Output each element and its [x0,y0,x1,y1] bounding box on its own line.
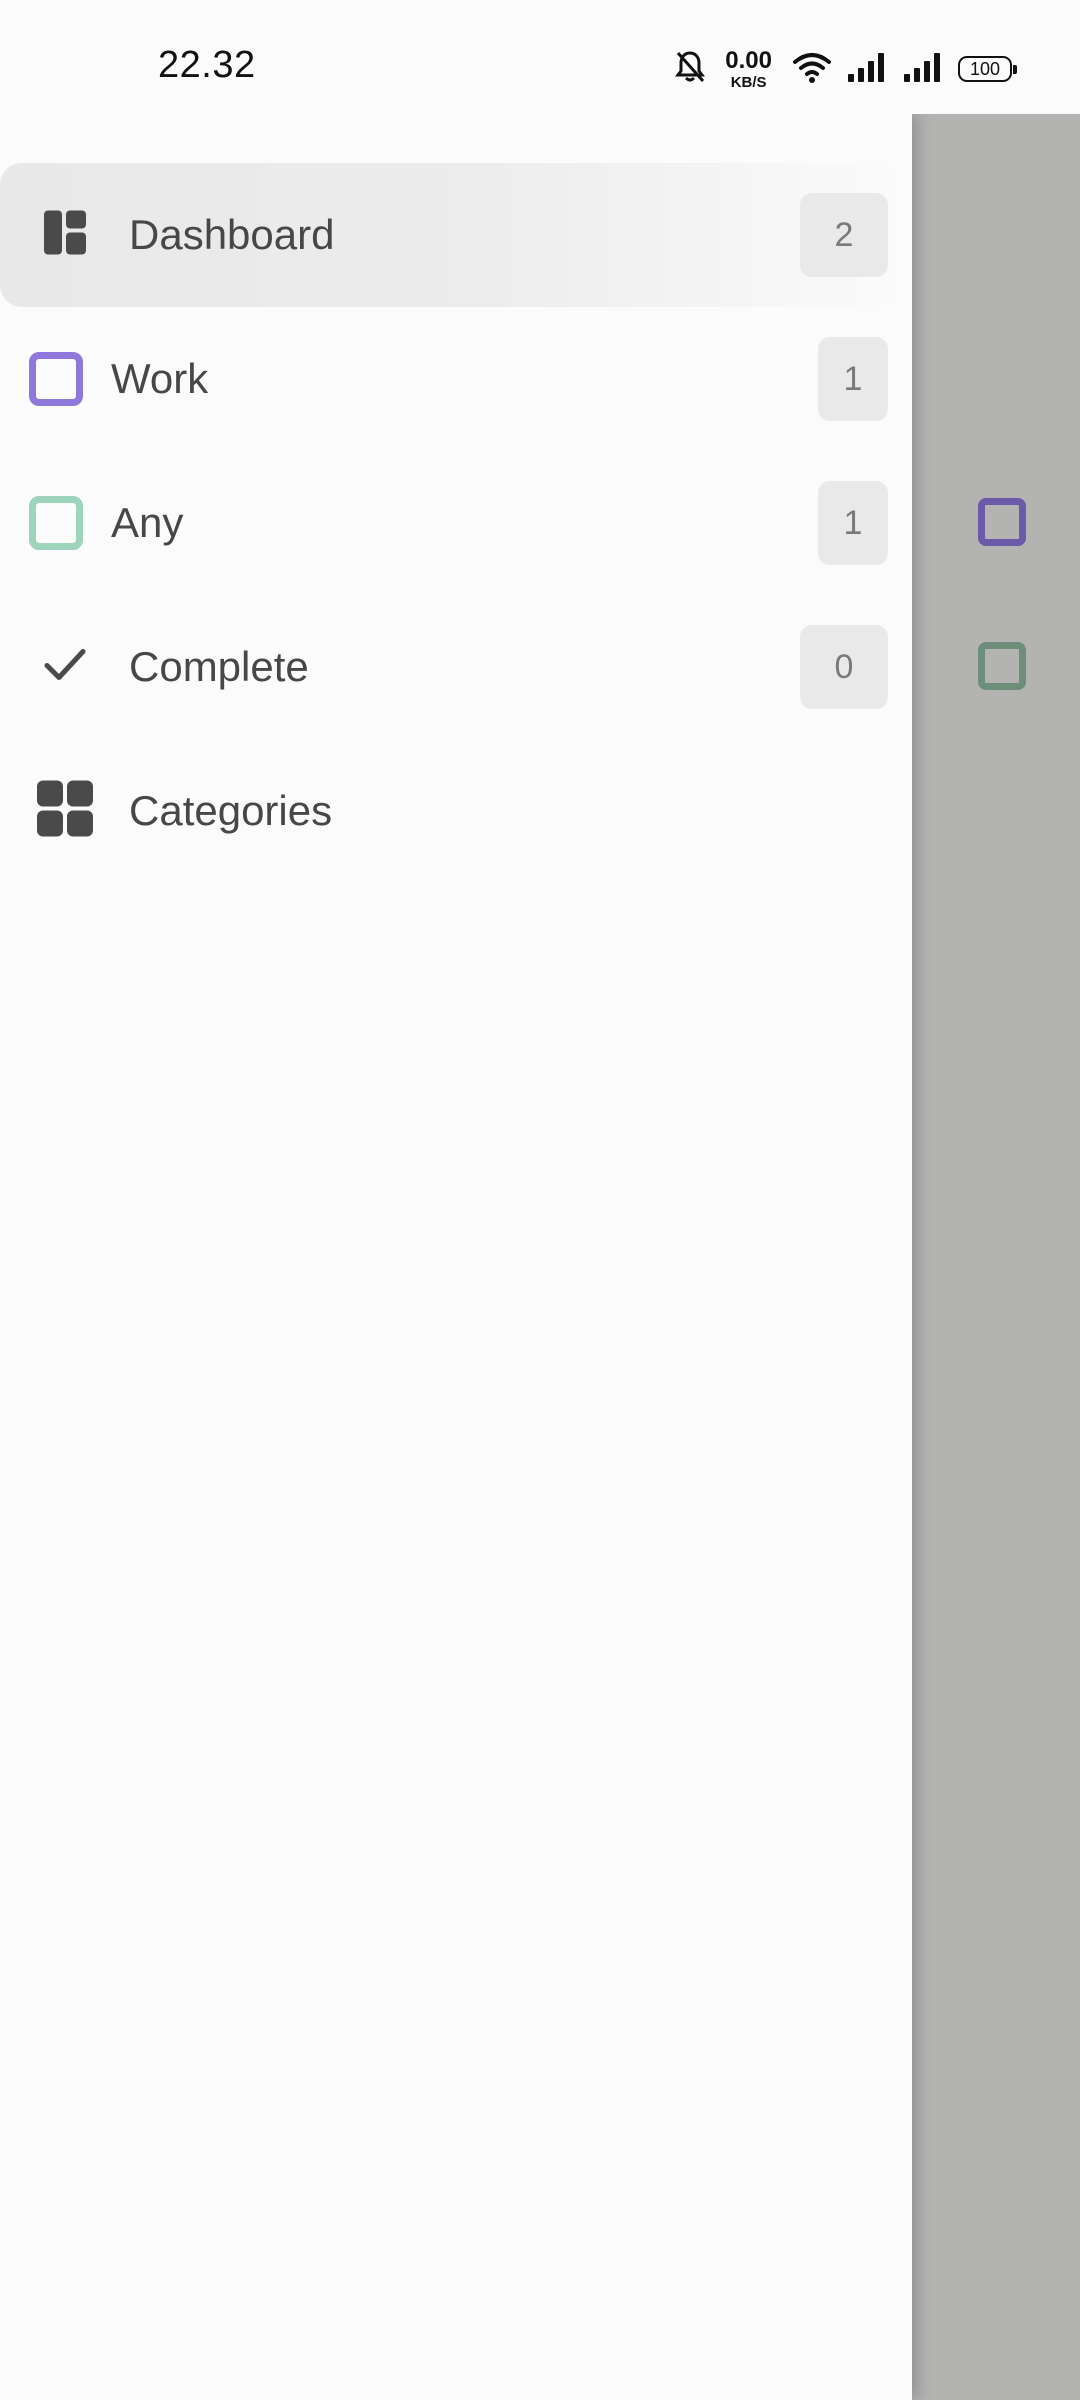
dashboard-icon [44,210,86,260]
navigation-drawer: Dashboard 2 Work 1 Any 1 Complete 0 Cate… [0,114,912,2400]
drawer-item-dashboard[interactable]: Dashboard 2 [0,163,902,307]
wifi-icon [792,50,832,89]
count-badge: 2 [800,193,888,277]
signal-icon-2 [902,50,944,89]
network-speed-unit: KB/S [730,73,767,91]
dimmed-background-app[interactable] [912,114,1080,2400]
count-badge: 0 [800,625,888,709]
screen: 22.32 0.00 KB/S 100 Dashboard 2 Work 1 A… [0,0,1080,2400]
drawer-item-label: Dashboard [129,211,335,258]
count-badge: 1 [818,481,888,565]
network-speed-value: 0.00 [725,46,772,74]
drawer-item-categories[interactable]: Categories [0,739,912,883]
checkmark-icon [44,648,86,687]
network-speed: 0.00 KB/S [725,46,772,91]
signal-icon [846,50,888,89]
drawer-item-label: Work [111,355,209,402]
battery-icon: 100 [958,56,1017,82]
any-category-icon [29,496,83,550]
grid-icon [37,780,93,842]
bell-muted-icon [675,50,706,89]
background-checkbox-purple [978,498,1026,546]
count-badge: 1 [818,337,888,421]
drawer-item-label: Categories [129,787,333,834]
status-bar: 22.32 0.00 KB/S 100 [0,0,1080,114]
status-icons: 0.00 KB/S 100 [675,44,1017,94]
work-category-icon [29,352,83,406]
drawer-item-any[interactable]: Any 1 [0,451,912,595]
status-time: 22.32 [158,44,256,86]
drawer-item-work[interactable]: Work 1 [0,307,912,451]
drawer-item-label: Complete [129,643,309,690]
drawer-item-label: Any [111,499,184,546]
background-checkbox-green [978,642,1026,690]
drawer-item-complete[interactable]: Complete 0 [0,595,912,739]
